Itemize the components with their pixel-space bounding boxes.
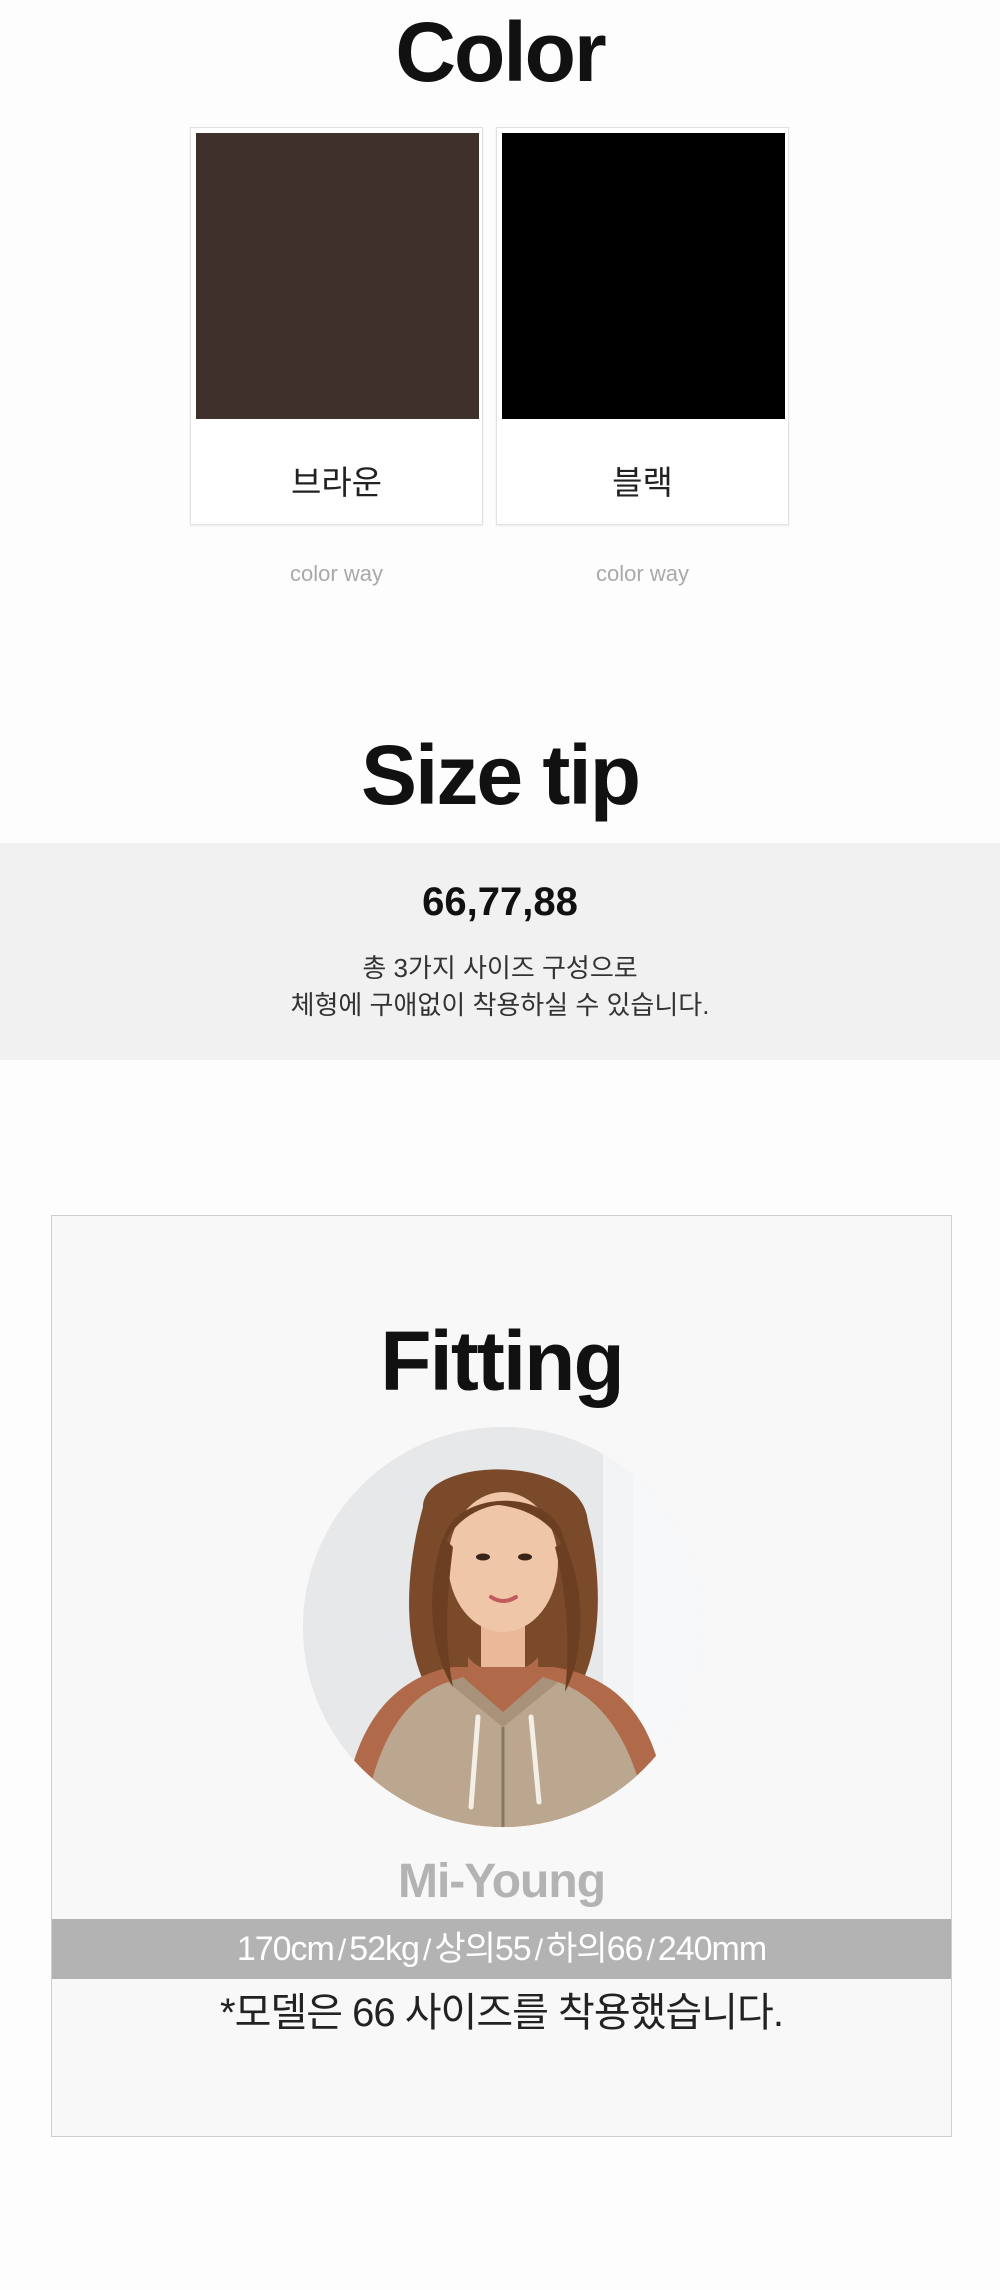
size-description-line-1: 총 3가지 사이즈 구성으로 <box>362 953 638 983</box>
stats-separator: / <box>534 1934 543 1967</box>
model-bottom-size: 하의66 <box>546 1930 643 1968</box>
stats-separator: / <box>646 1934 654 1967</box>
model-name: Mi-Young <box>397 1855 606 1908</box>
size-description-line-2: 체형에 구애없이 착용하실 수 있습니다. <box>290 990 710 1020</box>
stats-separator: / <box>337 1934 346 1967</box>
model-top-size: 상의55 <box>434 1930 531 1968</box>
color-way-label: color way <box>290 561 383 586</box>
model-height: 170cm <box>236 1930 335 1968</box>
color-name-black: 블랙 <box>612 464 673 501</box>
model-shoe-size: 240mm <box>657 1930 767 1968</box>
model-photo-illustration <box>303 1427 703 1827</box>
color-section-title: Color <box>395 5 606 99</box>
stats-separator: / <box>422 1934 431 1967</box>
model-photo <box>303 1427 703 1827</box>
size-values: 66,77,88 <box>422 880 578 924</box>
fitting-note: *모델은 66 사이즈를 착용했습니다. <box>220 1991 784 2035</box>
fitting-title: Fitting <box>380 1314 625 1408</box>
color-swatch-card-brown[interactable]: color way 브라운 <box>190 127 483 586</box>
size-tip-band: 66,77,88 총 3가지 사이즈 구성으로 체형에 구애없이 착용하실 수 … <box>0 843 1000 1060</box>
color-swatch-brown <box>196 133 479 419</box>
color-way-label: color way <box>596 561 689 586</box>
fitting-panel: Fitting Mi-Young 170cm / 52kg / 상의55 / 하… <box>51 1215 952 2137</box>
color-swatch-card-black[interactable]: color way 블랙 <box>496 127 789 586</box>
model-weight: 52kg <box>349 1930 420 1968</box>
color-name-brown: 브라운 <box>290 464 383 501</box>
size-tip-title: Size tip <box>360 728 641 822</box>
model-stats-bar: 170cm/52kg / 상의55/하의66/240mm <box>52 1919 951 1979</box>
color-swatch-black <box>502 133 785 419</box>
